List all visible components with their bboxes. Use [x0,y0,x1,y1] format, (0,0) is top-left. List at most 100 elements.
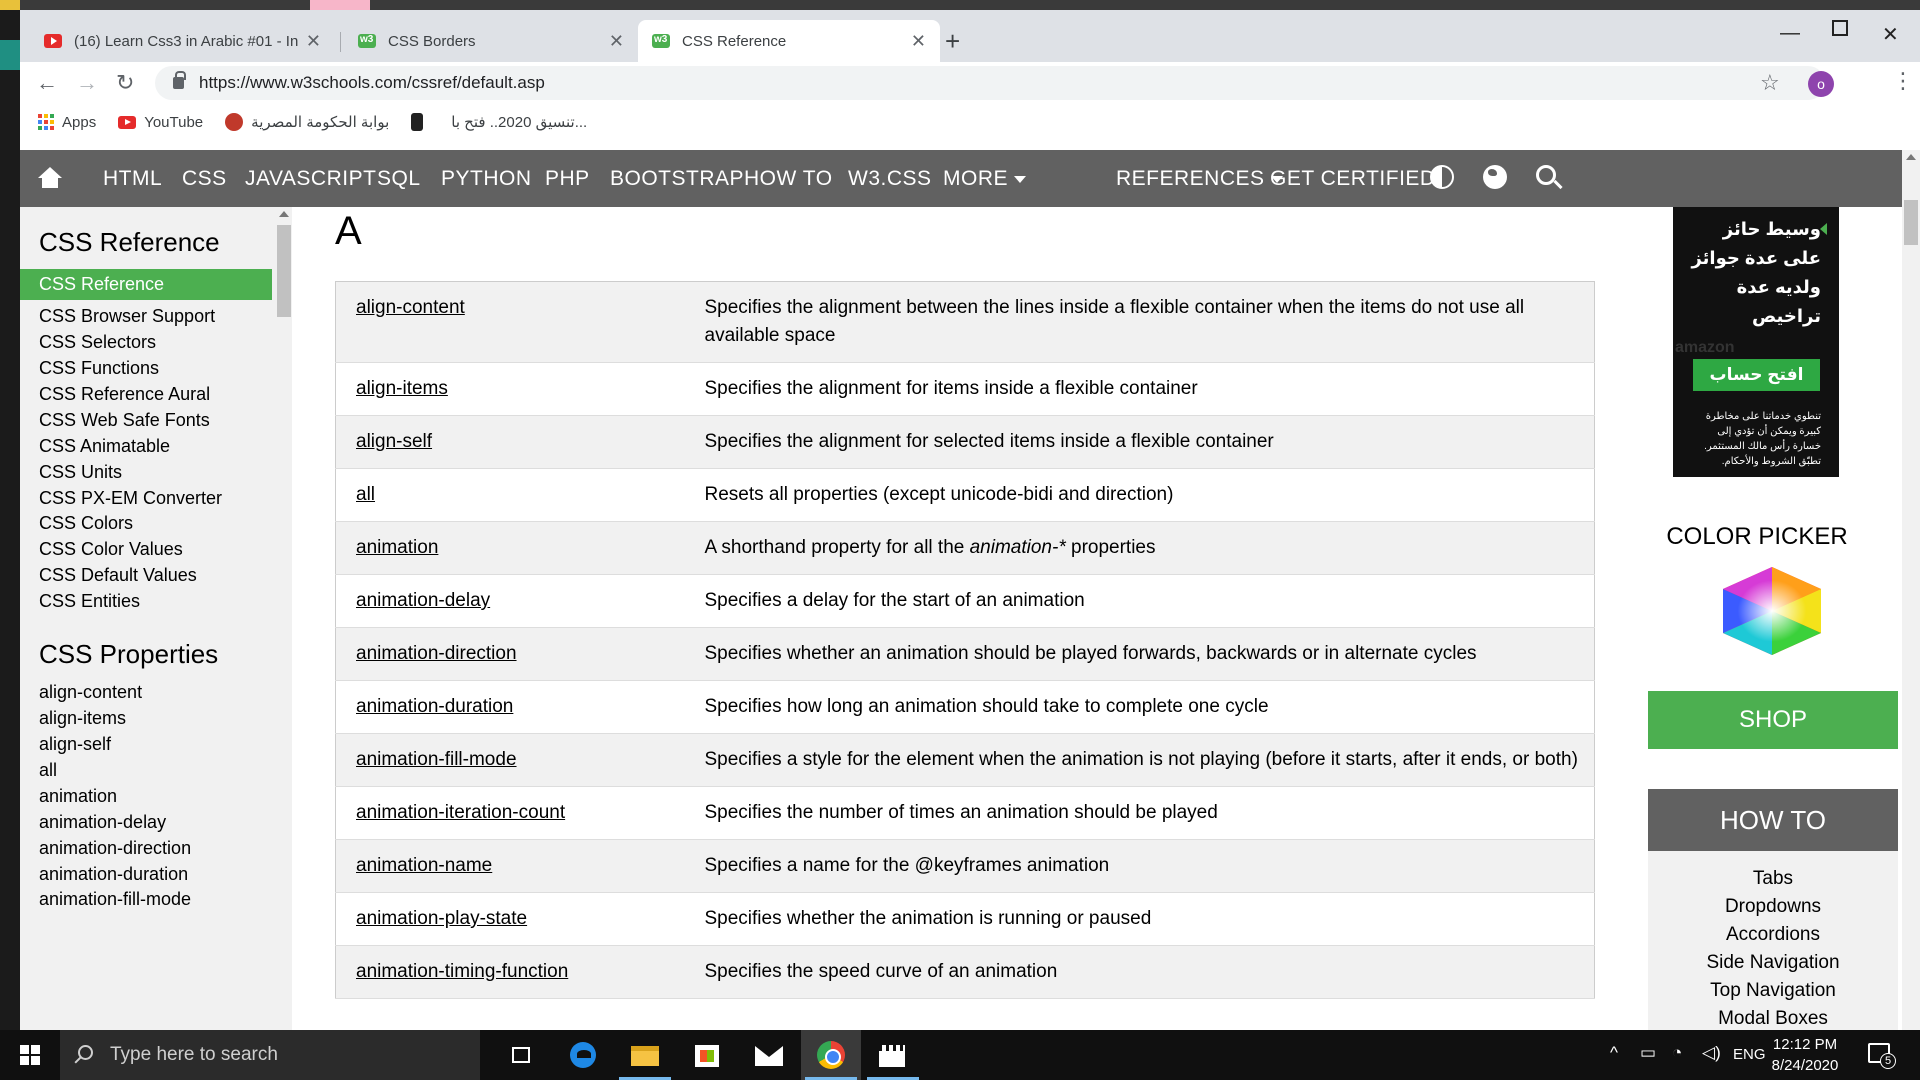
scroll-up-arrow-icon[interactable] [1906,154,1916,160]
sidebar-scrollbar[interactable] [274,207,292,1030]
globe-icon[interactable] [1483,165,1507,189]
page-scrollbar[interactable] [1902,150,1920,1030]
taskbar-search-box[interactable]: Type here to search [60,1030,480,1080]
howto-link[interactable]: Accordions [1648,921,1898,949]
browser-menu-icon[interactable]: ⋮ [1892,68,1914,94]
volume-icon[interactable]: ◁) [1702,1043,1721,1063]
url-text[interactable]: https://www.w3schools.com/cssref/default… [199,73,545,93]
nav-php[interactable]: PHP [545,150,590,207]
taskbar-chrome[interactable] [801,1030,861,1080]
contrast-icon[interactable] [1430,165,1454,189]
back-button[interactable]: ← [36,70,58,96]
taskbar-edge[interactable] [554,1030,614,1080]
nav-javascript[interactable]: JAVASCRIPT [245,150,376,207]
property-link[interactable]: animation-play-state [356,908,527,929]
taskbar-clock[interactable]: 12:12 PM 8/24/2020 [1765,1034,1845,1076]
scroll-up-arrow-icon[interactable] [279,211,289,217]
sidebar-property[interactable]: animation-fill-mode [39,889,191,910]
sidebar-item[interactable]: CSS Entities [39,591,140,612]
sidebar-item[interactable]: CSS Functions [39,358,159,379]
nav-bootstrap[interactable]: BOOTSTRAP [610,150,744,207]
property-link[interactable]: animation [356,537,438,558]
lock-icon[interactable] [173,71,186,89]
new-tab-button[interactable]: + [945,28,960,54]
property-link[interactable]: animation-direction [356,643,517,664]
howto-link[interactable]: Side Navigation [1648,949,1898,977]
bookmark-apps[interactable]: Apps [38,114,96,131]
tab-youtube-css3[interactable]: (16) Learn Css3 in Arabic #01 - In ✕ [30,20,335,62]
tab-css-borders[interactable]: CSS Borders ✕ [344,20,638,62]
windows-start-icon[interactable] [20,1045,40,1065]
advertisement[interactable]: وسيط حائز على عدة جوائز ولديه عدة تراخيص… [1673,207,1839,477]
battery-icon[interactable]: ▭ [1640,1043,1656,1063]
bookmark-youtube[interactable]: YouTube [118,114,203,131]
property-link[interactable]: animation-iteration-count [356,802,565,823]
nav-references[interactable]: REFERENCES [1116,150,1283,207]
sidebar-item[interactable]: CSS Default Values [39,565,197,586]
close-icon[interactable]: ✕ [306,31,321,52]
sidebar-property[interactable]: animation-direction [39,838,191,859]
sidebar-scrollbar-thumb[interactable] [277,225,291,317]
taskbar-video-editor[interactable] [863,1030,923,1080]
minimize-button[interactable]: — [1780,22,1800,45]
tab-css-reference[interactable]: CSS Reference ✕ [638,20,940,62]
howto-link[interactable]: Tabs [1648,865,1898,893]
notification-icon[interactable]: 5 [1868,1043,1896,1069]
property-link[interactable]: animation-fill-mode [356,749,517,770]
wifi-icon[interactable]: ◔ [1672,1043,1682,1063]
sidebar-property[interactable]: align-self [39,734,111,755]
property-link[interactable]: animation-delay [356,590,490,611]
nav-howto[interactable]: HOW TO [744,150,833,207]
taskbar-mail[interactable] [739,1030,799,1080]
howto-link[interactable]: Dropdowns [1648,893,1898,921]
shop-button[interactable]: SHOP [1648,691,1898,749]
sidebar-property[interactable]: all [39,760,57,781]
bookmark-egypt-gov[interactable]: بوابة الحكومة المصرية [225,113,389,131]
reload-button[interactable]: ↻ [116,70,134,96]
forward-button[interactable]: → [76,70,98,96]
nav-w3css[interactable]: W3.CSS [848,150,932,207]
property-link[interactable]: animation-timing-function [356,961,568,982]
taskbar-file-explorer[interactable] [615,1030,675,1080]
address-bar[interactable]: https://www.w3schools.com/cssref/default… [155,66,1825,100]
nav-sql[interactable]: SQL [377,150,421,207]
sidebar-item[interactable]: CSS Colors [39,513,133,534]
taskbar-store[interactable] [677,1030,737,1080]
bookmark-tansik[interactable]: تنسيق 2020.. فتح با... [411,113,587,131]
property-link[interactable]: align-items [356,378,448,399]
sidebar-item[interactable]: CSS Browser Support [39,306,215,327]
howto-link[interactable]: Top Navigation [1648,977,1898,1005]
sidebar-item[interactable]: CSS PX-EM Converter [39,488,222,509]
sidebar-item[interactable]: CSS Units [39,462,122,483]
property-link[interactable]: animation-name [356,855,492,876]
ad-open-account-button[interactable]: افتح حساب [1693,359,1820,391]
page-scrollbar-thumb[interactable] [1904,200,1918,245]
sidebar-property[interactable]: animation [39,786,117,807]
howto-link[interactable]: Modal Boxes [1648,1005,1898,1030]
property-link[interactable]: all [356,484,375,505]
nav-css[interactable]: CSS [182,150,227,207]
sidebar-item[interactable]: CSS Reference Aural [39,384,210,405]
task-view-button[interactable] [490,1030,550,1080]
property-link[interactable]: align-self [356,431,432,452]
sidebar-property[interactable]: align-items [39,708,126,729]
property-link[interactable]: align-content [356,297,465,318]
nav-more[interactable]: MORE [943,150,1026,207]
nav-html[interactable]: HTML [103,150,162,207]
language-indicator[interactable]: ENG [1733,1046,1766,1063]
maximize-button[interactable] [1832,20,1848,36]
nav-python[interactable]: PYTHON [441,150,532,207]
property-link[interactable]: animation-duration [356,696,513,717]
sidebar-item[interactable]: CSS Web Safe Fonts [39,410,210,431]
close-icon[interactable]: ✕ [609,31,624,52]
search-icon[interactable] [1536,165,1556,185]
sidebar-property[interactable]: align-content [39,682,142,703]
sidebar-item[interactable]: CSS Animatable [39,436,170,457]
sidebar-item[interactable]: CSS Color Values [39,539,183,560]
window-close-button[interactable]: ✕ [1882,22,1899,47]
bookmark-star-icon[interactable]: ☆ [1760,70,1780,96]
nav-get-certified[interactable]: GET CERTIFIED! [1270,150,1442,207]
close-icon[interactable]: ✕ [911,31,926,52]
chevron-up-icon[interactable]: ^ [1610,1043,1618,1063]
profile-avatar[interactable]: o [1808,71,1834,97]
